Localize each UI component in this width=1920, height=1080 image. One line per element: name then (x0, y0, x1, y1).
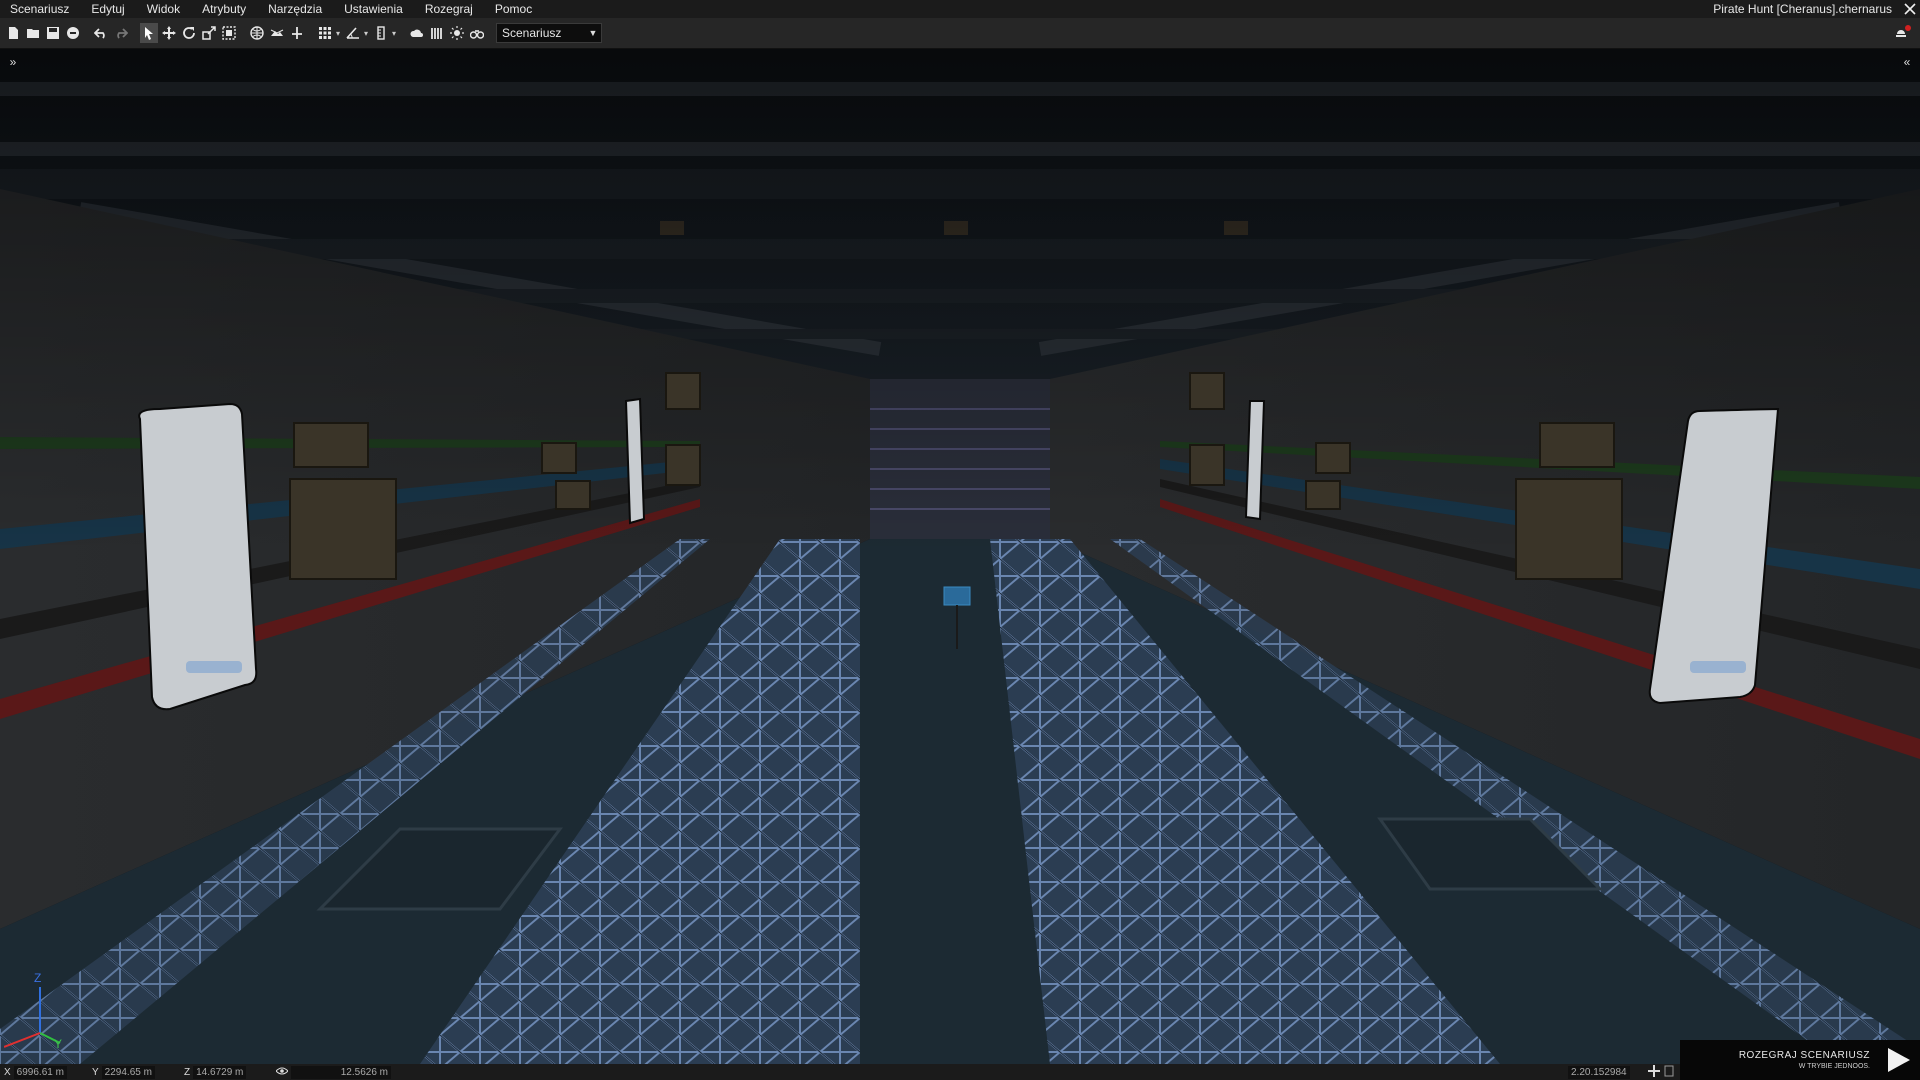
crosshair-icon[interactable] (1648, 1064, 1660, 1080)
save-as-icon[interactable] (64, 23, 82, 43)
viewport-3d[interactable]: » « Z Y (0, 49, 1920, 1064)
menu-narzedzia[interactable]: Narzędzia (258, 0, 334, 18)
area-select-icon[interactable] (220, 23, 238, 43)
grid-icon[interactable] (316, 23, 334, 43)
vertical-icon[interactable] (288, 23, 306, 43)
camera-distance-value: 12.5626 m (291, 1065, 391, 1079)
panel-toggle-icon[interactable] (1664, 1065, 1674, 1080)
play-icon (1888, 1048, 1910, 1072)
select-icon[interactable] (140, 23, 158, 43)
toolbar: ▾ ▾ ▾ Scenariusz ▼ (0, 18, 1920, 49)
play-scenario-sublabel: W TRYBIE JEDNOOS. (1798, 1063, 1870, 1070)
move-icon[interactable] (160, 23, 178, 43)
mode-select[interactable]: Scenariusz ▼ (496, 23, 602, 43)
notification-icon[interactable] (1894, 23, 1912, 44)
coord-z-label: Z (184, 1066, 191, 1078)
angle-dropdown-icon[interactable]: ▾ (362, 23, 370, 43)
scale-icon[interactable] (200, 23, 218, 43)
light-icon[interactable] (448, 23, 466, 43)
coord-x-label: X (4, 1066, 11, 1078)
eye-icon (275, 1067, 289, 1078)
angle-icon[interactable] (344, 23, 362, 43)
chevron-down-icon: ▼ (588, 28, 598, 38)
menu-atrybuty[interactable]: Atrybuty (192, 0, 258, 18)
menu-widok[interactable]: Widok (137, 0, 192, 18)
axis-z-label: Z (34, 971, 42, 985)
close-icon[interactable] (1900, 0, 1920, 18)
axis-gizmo: Z Y (3, 969, 74, 1051)
menu-pomoc[interactable]: Pomoc (485, 0, 544, 18)
play-scenario-button[interactable]: ROZEGRAJ SCENARIUSZ W TRYBIE JEDNOOS. (1680, 1040, 1920, 1080)
redo-icon[interactable] (112, 23, 130, 43)
coord-x-value: 6996.61 m (13, 1065, 67, 1079)
right-panel-expand[interactable]: « (1900, 55, 1914, 69)
measure-dropdown-icon[interactable]: ▾ (390, 23, 398, 43)
binoculars-icon[interactable] (468, 23, 486, 43)
rotate-icon[interactable] (180, 23, 198, 43)
statusbar-icons (1648, 1064, 1674, 1080)
menu-ustawienia[interactable]: Ustawienia (334, 0, 415, 18)
left-panel-expand[interactable]: » (6, 55, 20, 69)
save-icon[interactable] (44, 23, 62, 43)
version-value: 2.20.152984 (1568, 1065, 1630, 1079)
menu-rozegraj[interactable]: Rozegraj (415, 0, 485, 18)
coord-y: Y 2294.65 m (92, 1064, 155, 1080)
axis-y-label: Y (54, 1037, 63, 1051)
surface-snap-icon[interactable] (268, 23, 286, 43)
globe-icon[interactable] (248, 23, 266, 43)
weather-icon[interactable] (408, 23, 426, 43)
version: 2.20.152984 (1568, 1064, 1630, 1080)
window-title: Pirate Hunt [Cheranus].chernarus (1713, 2, 1892, 16)
open-folder-icon[interactable] (24, 23, 42, 43)
coord-x: X 6996.61 m (4, 1064, 67, 1080)
scene-render (0, 49, 1920, 1064)
coord-y-value: 2294.65 m (101, 1065, 155, 1079)
undo-icon[interactable] (92, 23, 110, 43)
coord-z-value: 14.6729 m (193, 1065, 247, 1079)
menu-bar: Scenariusz Edytuj Widok Atrybuty Narzędz… (0, 0, 1920, 18)
coord-y-label: Y (92, 1066, 99, 1078)
coord-z: Z 14.6729 m (184, 1064, 247, 1080)
menu-scenariusz[interactable]: Scenariusz (0, 0, 81, 18)
fog-icon[interactable] (428, 23, 446, 43)
play-scenario-label: ROZEGRAJ SCENARIUSZ (1738, 1050, 1870, 1061)
menu-edytuj[interactable]: Edytuj (81, 0, 136, 18)
mode-select-value: Scenariusz (502, 26, 562, 40)
status-bar: X 6996.61 m Y 2294.65 m Z 14.6729 m 12.5… (0, 1064, 1920, 1080)
grid-dropdown-icon[interactable]: ▾ (334, 23, 342, 43)
camera-distance: 12.5626 m (275, 1064, 391, 1080)
measure-icon[interactable] (372, 23, 390, 43)
new-file-icon[interactable] (4, 23, 22, 43)
